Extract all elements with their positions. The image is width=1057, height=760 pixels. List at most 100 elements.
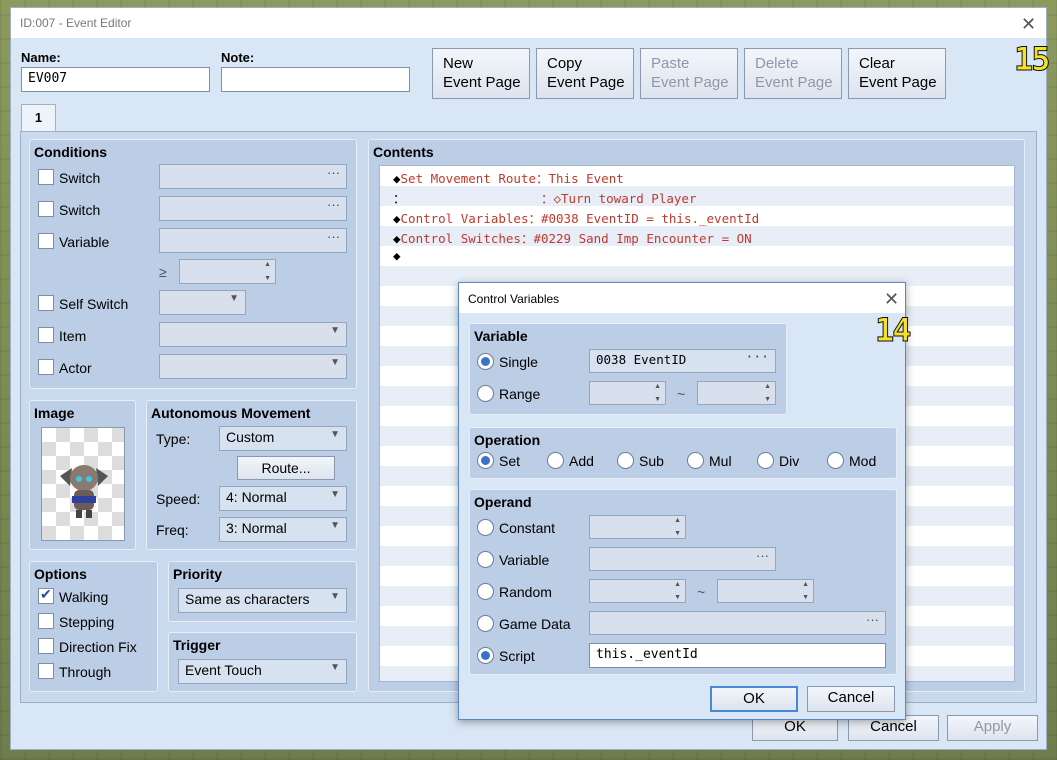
- ellipsis-icon: ···: [745, 350, 769, 365]
- single-radio[interactable]: [477, 353, 494, 370]
- operand-variable-radio[interactable]: [477, 551, 494, 568]
- close-icon[interactable]: ✕: [884, 290, 899, 308]
- random-min-spinner[interactable]: ▲ ▼: [589, 579, 686, 603]
- trigger-value: Event Touch: [185, 662, 262, 678]
- op-sub-radio[interactable]: [617, 452, 634, 469]
- single-variable-selector[interactable]: 0038 EventID ···: [589, 349, 776, 373]
- name-input[interactable]: EV007: [21, 67, 210, 92]
- switch1-checkbox[interactable]: [38, 169, 54, 185]
- operand-variable-selector[interactable]: ···: [589, 547, 776, 571]
- tab-page-1[interactable]: 1: [21, 104, 56, 132]
- command-line[interactable]: ◆Set Movement Route：This Event: [393, 168, 624, 187]
- script-radio[interactable]: [477, 647, 494, 664]
- stepping-checkbox[interactable]: [38, 613, 54, 629]
- variable-label: Variable: [59, 234, 110, 250]
- delete-event-page-button[interactable]: Delete Event Page: [744, 48, 842, 99]
- range-start-spinner[interactable]: ▲ ▼: [589, 381, 666, 405]
- constant-spinner[interactable]: ▲ ▼: [589, 515, 686, 539]
- command-text: Control Switches：#0229 Sand Imp Encounte…: [400, 231, 752, 246]
- op-div-radio[interactable]: [757, 452, 774, 469]
- variable-selector[interactable]: ···: [159, 228, 347, 253]
- spin-down-icon[interactable]: ▼: [674, 594, 681, 601]
- options-title: Options: [34, 566, 87, 582]
- command-line[interactable]: ◆Control Variables：#0038 EventID = this.…: [393, 208, 759, 227]
- command-text: Set Movement Route：This Event: [400, 171, 624, 186]
- constant-radio[interactable]: [477, 519, 494, 536]
- spin-up-icon[interactable]: ▲: [674, 517, 681, 524]
- button-line2: Event Page: [651, 74, 729, 91]
- item-dropdown[interactable]: ▼: [159, 322, 347, 347]
- note-input[interactable]: [221, 67, 410, 92]
- self-switch-dropdown[interactable]: ▼: [159, 290, 246, 315]
- spin-down-icon[interactable]: ▼: [654, 396, 661, 403]
- priority-value: Same as characters: [185, 591, 310, 607]
- chevron-down-icon: ▼: [330, 357, 340, 368]
- game-data-selector[interactable]: ···: [589, 611, 886, 635]
- op-sub-label: Sub: [639, 453, 664, 469]
- walking-checkbox[interactable]: [38, 586, 54, 604]
- op-set-radio[interactable]: [477, 452, 494, 469]
- switch2-checkbox[interactable]: [38, 201, 54, 217]
- op-add-label: Add: [569, 453, 594, 469]
- new-event-page-button[interactable]: New Event Page: [432, 48, 530, 99]
- conditions-title: Conditions: [34, 144, 108, 160]
- command-line[interactable]: ◆: [393, 248, 401, 263]
- type-dropdown[interactable]: Custom ▼: [219, 426, 347, 451]
- priority-dropdown[interactable]: Same as characters ▼: [178, 588, 347, 613]
- ellipsis-icon: ···: [327, 165, 340, 180]
- spin-up-icon[interactable]: ▲: [764, 383, 771, 390]
- item-label: Item: [59, 328, 87, 344]
- dialog-ok-button[interactable]: OK: [710, 686, 798, 712]
- clear-event-page-button[interactable]: Clear Event Page: [848, 48, 946, 99]
- range-end-spinner[interactable]: ▲ ▼: [697, 381, 776, 405]
- close-icon[interactable]: ✕: [1021, 15, 1036, 33]
- control-variables-dialog: Control Variables ✕ 14 Variable Single 0…: [458, 282, 912, 720]
- spin-down-icon[interactable]: ▼: [264, 275, 271, 282]
- game-data-radio[interactable]: [477, 615, 494, 632]
- chevron-down-icon: ▼: [330, 429, 340, 440]
- route-button[interactable]: Route...: [237, 456, 335, 480]
- item-checkbox[interactable]: [38, 327, 54, 343]
- switch1-selector[interactable]: ···: [159, 164, 347, 189]
- random-max-spinner[interactable]: ▲ ▼: [717, 579, 814, 603]
- script-input[interactable]: this._eventId: [589, 643, 886, 668]
- speed-dropdown[interactable]: 4: Normal ▼: [219, 486, 347, 511]
- spin-up-icon[interactable]: ▲: [264, 261, 271, 268]
- random-radio[interactable]: [477, 583, 494, 600]
- op-mod-radio[interactable]: [827, 452, 844, 469]
- paste-event-page-button[interactable]: Paste Event Page: [640, 48, 738, 99]
- dialog-cancel-button[interactable]: Cancel: [807, 686, 895, 712]
- through-checkbox[interactable]: [38, 663, 54, 679]
- button-line2: Event Page: [443, 74, 521, 91]
- switch2-selector[interactable]: ···: [159, 196, 347, 221]
- command-line[interactable]: ◆Control Switches：#0229 Sand Imp Encount…: [393, 228, 752, 247]
- command-line[interactable]: ： ：◇Turn toward Player: [393, 188, 696, 207]
- freq-dropdown[interactable]: 3: Normal ▼: [219, 517, 347, 542]
- random-tilde: ~: [697, 584, 706, 600]
- op-add-radio[interactable]: [547, 452, 564, 469]
- spin-down-icon[interactable]: ▼: [674, 530, 681, 537]
- self-switch-checkbox[interactable]: [38, 295, 54, 311]
- direction-fix-checkbox[interactable]: [38, 638, 54, 654]
- spin-up-icon[interactable]: ▲: [802, 581, 809, 588]
- variable-value-spinner[interactable]: ▲ ▼: [179, 259, 276, 284]
- actor-label: Actor: [59, 360, 92, 376]
- spin-up-icon[interactable]: ▲: [654, 383, 661, 390]
- trigger-dropdown[interactable]: Event Touch ▼: [178, 659, 347, 684]
- range-radio[interactable]: [477, 385, 494, 402]
- actor-checkbox[interactable]: [38, 359, 54, 375]
- single-label: Single: [499, 354, 538, 370]
- variable-checkbox[interactable]: [38, 233, 54, 249]
- event-image-preview[interactable]: [41, 427, 125, 541]
- ellipsis-icon: ···: [866, 612, 879, 627]
- actor-dropdown[interactable]: ▼: [159, 354, 347, 379]
- op-mul-radio[interactable]: [687, 452, 704, 469]
- copy-event-page-button[interactable]: Copy Event Page: [536, 48, 634, 99]
- name-label: Name:: [21, 50, 61, 65]
- apply-button[interactable]: Apply: [947, 715, 1038, 741]
- spin-down-icon[interactable]: ▼: [764, 396, 771, 403]
- spin-up-icon[interactable]: ▲: [674, 581, 681, 588]
- autonomous-movement-title: Autonomous Movement: [151, 405, 311, 421]
- button-line1: New: [443, 55, 474, 72]
- spin-down-icon[interactable]: ▼: [802, 594, 809, 601]
